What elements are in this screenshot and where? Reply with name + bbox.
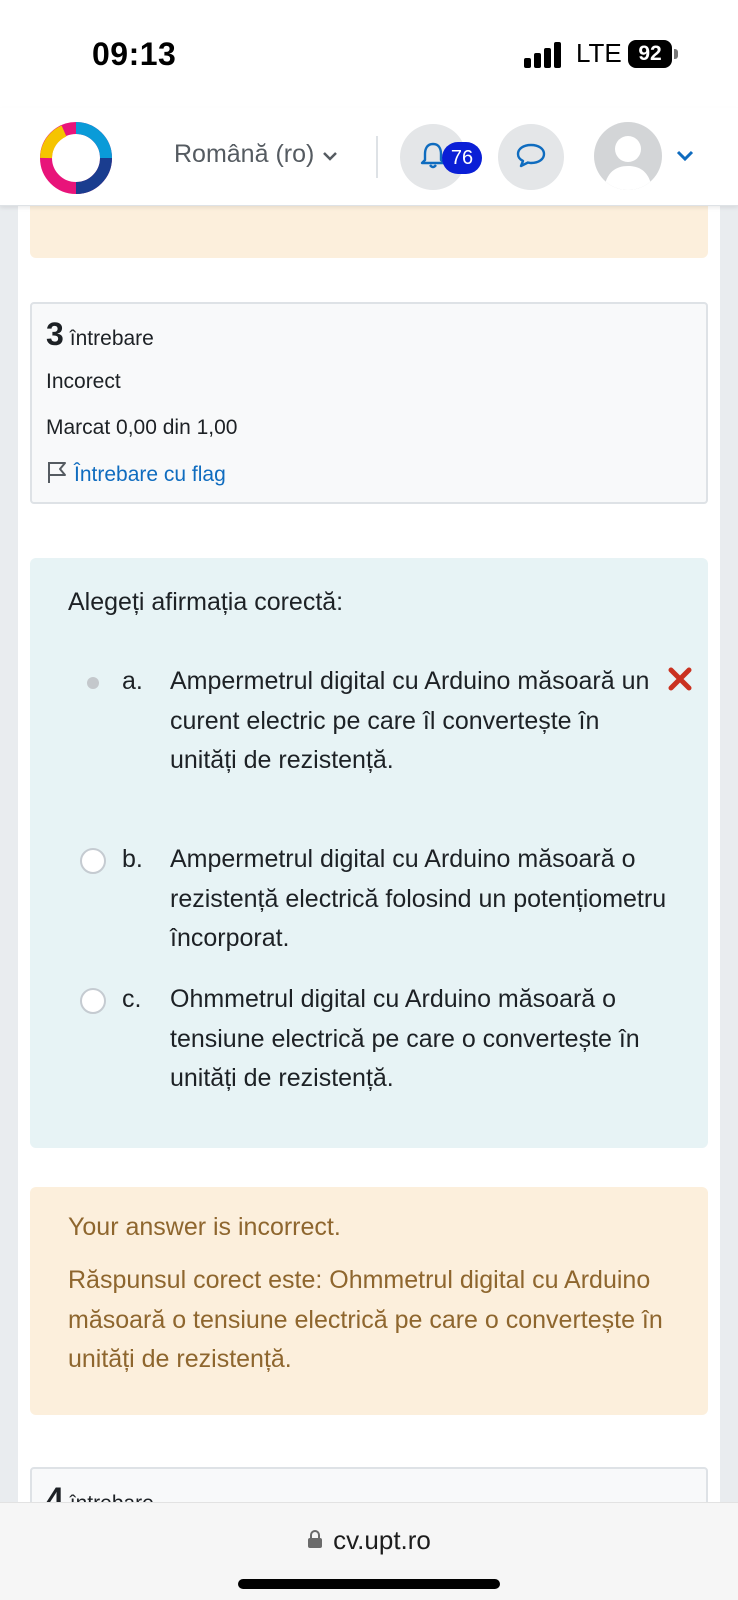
language-label: Română (ro) [174, 140, 315, 168]
question-number-value: 4 [46, 1481, 64, 1502]
battery-icon: 92 [628, 40, 672, 68]
browser-url-bar[interactable]: cv.upt.ro [0, 1502, 738, 1600]
notification-count-badge: 76 [442, 142, 482, 174]
flag-icon [46, 460, 68, 490]
incorrect-x-icon [668, 664, 692, 704]
question-number: 4 întrebare [46, 1481, 154, 1502]
chevron-down-icon [322, 140, 338, 169]
question-info: 3 întrebare Incorect Marcat 0,00 din 1,0… [30, 302, 708, 504]
battery-tip [674, 49, 678, 59]
navbar-divider [376, 136, 378, 178]
answer-text: Ohmmetrul digital cu Arduino măsoară o t… [170, 985, 640, 1092]
home-indicator[interactable] [238, 1579, 500, 1589]
app-logo[interactable] [34, 116, 118, 200]
language-selector[interactable]: Română (ro) [174, 140, 338, 169]
answer-letter: a. [122, 667, 143, 695]
feedback-correct-answer: Răspunsul corect este: Ohmmetrul digital… [68, 1266, 663, 1373]
top-navbar: Română (ro) 76 [0, 108, 738, 206]
url-text: cv.upt.ro [333, 1525, 431, 1555]
question-formulation: Alegeți afirmația corectă: a. Ampermetru… [30, 558, 708, 1148]
answer-radio-b[interactable] [80, 848, 106, 874]
next-question-info: 4 întrebare [30, 1467, 708, 1502]
question-number-label: întrebare [69, 327, 154, 350]
previous-question-feedback [30, 206, 708, 258]
flag-label: Întrebare cu flag [74, 463, 226, 486]
cellular-signal-icon [524, 42, 562, 68]
user-avatar[interactable] [594, 122, 662, 190]
answer-option-b[interactable]: b. Ampermetrul digital cu Arduino măsoar… [80, 840, 680, 960]
feedback-result: Your answer is incorrect. [68, 1213, 341, 1241]
answer-option-c[interactable]: c. Ohmmetrul digital cu Arduino măsoară … [80, 980, 680, 1100]
answer-text: Ampermetrul digital cu Arduino măsoară u… [170, 667, 650, 774]
user-menu-chevron-icon[interactable] [676, 148, 694, 167]
question-text: Alegeți afirmația corectă: [68, 588, 344, 616]
battery-level: 92 [638, 42, 662, 65]
answer-option-a[interactable]: a. Ampermetrul digital cu Arduino măsoar… [80, 662, 692, 822]
question-number-label: întrebare [70, 1492, 154, 1502]
answer-radio-a[interactable] [80, 670, 106, 696]
answer-text: Ampermetrul digital cu Arduino măsoară o… [170, 845, 667, 952]
url-display[interactable]: cv.upt.ro [0, 1525, 738, 1556]
messages-button[interactable] [498, 124, 564, 190]
question-grade: Marcat 0,00 din 1,00 [46, 416, 238, 439]
answer-feedback: Your answer is incorrect. Răspunsul core… [30, 1187, 708, 1415]
lock-icon [307, 1525, 323, 1556]
answer-letter: c. [122, 985, 142, 1013]
flag-question-link[interactable]: Întrebare cu flag [46, 460, 226, 490]
main-content: 3 întrebare Incorect Marcat 0,00 din 1,0… [0, 206, 738, 1502]
status-time: 09:13 [92, 36, 177, 72]
question-number: 3 întrebare [46, 316, 154, 353]
question-number-value: 3 [46, 316, 64, 352]
answer-letter: b. [122, 845, 143, 873]
network-type: LTE [576, 38, 622, 68]
chat-bubble-icon [514, 140, 548, 175]
question-state: Incorect [46, 370, 121, 393]
answer-radio-c[interactable] [80, 988, 106, 1014]
status-bar: 09:13 LTE 92 [0, 0, 738, 108]
